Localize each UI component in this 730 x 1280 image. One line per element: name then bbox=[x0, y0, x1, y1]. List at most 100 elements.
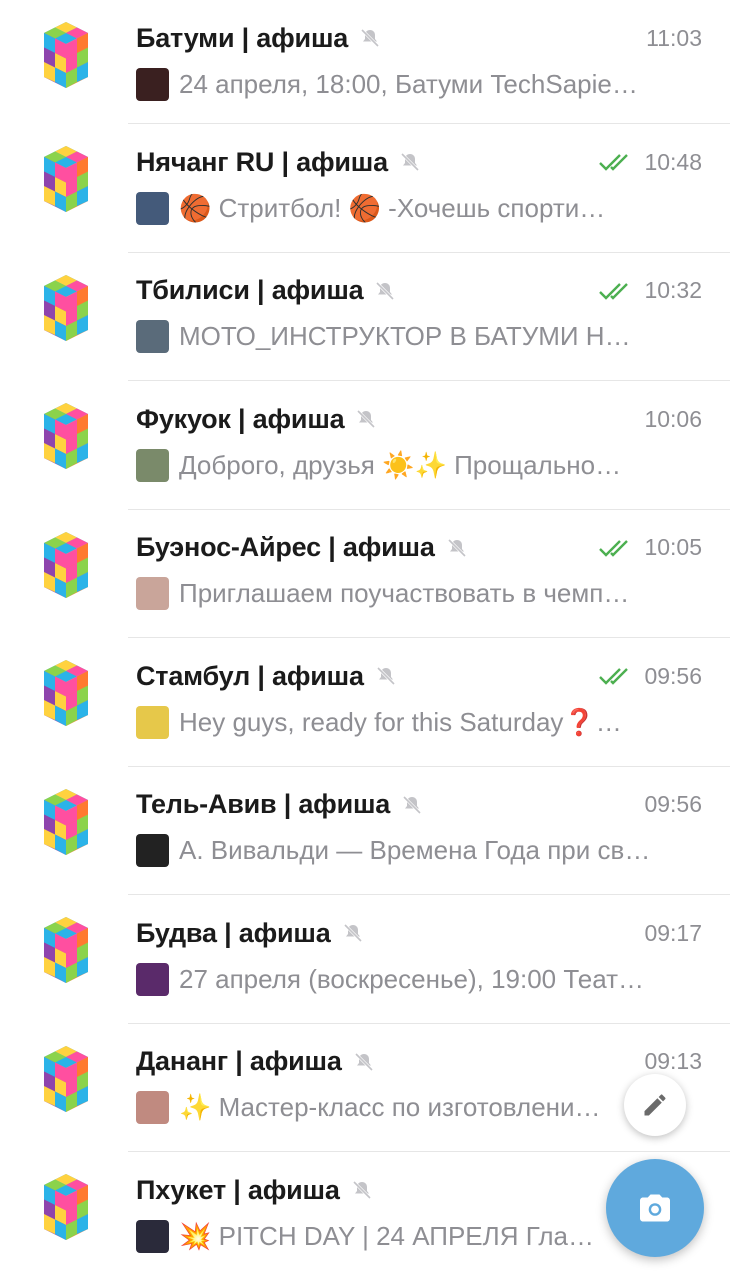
double-check-icon bbox=[599, 154, 629, 171]
chat-list: Батуми | афиша 11:03 24 апреля, 18:00, Ба… bbox=[0, 0, 730, 1280]
group-avatar-cube-icon bbox=[44, 788, 88, 855]
chat-list-item[interactable]: Буэнос-Айрес | афиша 10:05 Приглашаем поу… bbox=[0, 510, 730, 638]
chat-preview-line: 24 апреля, 18:00, Батуми TechSapie… bbox=[136, 64, 690, 104]
chat-time: 09:56 bbox=[644, 662, 702, 689]
muted-bell-icon bbox=[400, 152, 419, 172]
avatar bbox=[26, 783, 106, 863]
pencil-icon bbox=[644, 1094, 666, 1116]
muted-bell-icon bbox=[447, 538, 466, 557]
chat-preview-line: МОТО_ИНСТРУКТОР В БАТУМИ Н… bbox=[136, 317, 690, 357]
double-check-icon bbox=[599, 539, 629, 557]
chat-list-item[interactable]: Батуми | афиша 11:03 24 апреля, 18:00, Ба… bbox=[0, 0, 730, 124]
chat-list-item[interactable]: Нячанг RU | афиша 10:48 🏀 Стритбол! 🏀 ‑Хо… bbox=[0, 124, 730, 253]
chat-time: 10:05 bbox=[644, 534, 702, 560]
avatar bbox=[26, 269, 106, 349]
chat-time: 11:03 bbox=[646, 24, 702, 51]
muted-bell-icon bbox=[352, 1180, 371, 1200]
chat-list-item[interactable]: Будва | афиша 09:17 27 апреля (воскресень… bbox=[0, 895, 730, 1024]
chat-preview-line: Доброго, друзья ☀️✨ Прощально… bbox=[136, 445, 690, 485]
avatar bbox=[26, 16, 106, 96]
chat-preview-text: Hey guys, ready for this Saturday❓… bbox=[179, 706, 622, 737]
message-thumbnail bbox=[136, 1091, 169, 1124]
chat-title-line: Батуми | афиша 11:03 bbox=[136, 18, 702, 58]
chat-list-item[interactable]: Тель-Авив | афиша 09:56 А. Вивальди — Вре… bbox=[0, 767, 730, 895]
chat-title: Будва | афиша bbox=[136, 917, 331, 948]
chat-title-line: Стамбул | афиша 09:56 bbox=[136, 656, 702, 696]
chat-list-item[interactable]: Фукуок | афиша 10:06 Доброго, друзья ☀️✨ … bbox=[0, 381, 730, 510]
chat-title-line: Нячанг RU | афиша 10:48 bbox=[136, 142, 702, 182]
chat-list-item[interactable]: Тбилиси | афиша 10:32 МОТО_ИНСТРУКТОР В Б… bbox=[0, 253, 730, 381]
chat-title: Дананг | афиша bbox=[136, 1046, 342, 1076]
muted-bell-icon bbox=[361, 28, 380, 48]
chat-title-line: Будва | афиша 09:17 bbox=[136, 913, 702, 953]
chat-time: 10:48 bbox=[644, 148, 702, 175]
chat-preview-line: А. Вивальди — Времена Года при св… bbox=[136, 831, 690, 871]
chat-preview-line: 27 апреля (воскресенье), 19:00 Теат… bbox=[136, 959, 690, 999]
chat-preview-line: 💥 PITCH DAY | 24 АПРЕЛЯ Гла… bbox=[136, 1216, 690, 1256]
chat-time: 09:13 bbox=[644, 1048, 702, 1074]
chat-preview-text: Доброго, друзья ☀️✨ Прощально… bbox=[179, 449, 622, 480]
chat-title-line: Фукуок | афиша 10:06 bbox=[136, 399, 702, 439]
avatar bbox=[26, 397, 106, 477]
chat-title-line: Буэнос-Айрес | афиша 10:05 bbox=[136, 528, 702, 568]
message-thumbnail bbox=[136, 67, 169, 101]
chat-time: 09:17 bbox=[644, 919, 702, 946]
group-avatar-cube-icon bbox=[44, 917, 88, 983]
muted-bell-icon bbox=[403, 795, 422, 814]
avatar bbox=[26, 1168, 106, 1248]
avatar bbox=[26, 911, 106, 991]
chat-preview-line: Hey guys, ready for this Saturday❓… bbox=[136, 702, 690, 742]
message-thumbnail bbox=[136, 962, 169, 996]
chat-list-item[interactable]: Стамбул | афиша 09:56 Hey guys, ready for… bbox=[0, 638, 730, 767]
chat-preview-text: 24 апреля, 18:00, Батуми TechSapie… bbox=[179, 68, 638, 99]
chat-title: Фукуок | афиша bbox=[136, 403, 345, 434]
chat-preview-text: А. Вивальди — Времена Года при св… bbox=[179, 835, 651, 865]
chat-preview-line: 🏀 Стритбол! 🏀 ‑Хочешь спорти… bbox=[136, 188, 690, 228]
chat-title-line: Дананг | афиша 09:13 bbox=[136, 1042, 702, 1082]
muted-bell-icon bbox=[357, 409, 376, 429]
group-avatar-cube-icon bbox=[44, 531, 88, 598]
chat-time: 10:06 bbox=[644, 405, 702, 432]
chat-preview-text: 27 апреля (воскресенье), 19:00 Теат… bbox=[179, 963, 645, 994]
group-avatar-cube-icon bbox=[44, 1174, 88, 1240]
chat-preview-text: 💥 PITCH DAY | 24 АПРЕЛЯ Гла… bbox=[179, 1220, 594, 1251]
chat-title: Стамбул | афиша bbox=[136, 660, 364, 691]
message-thumbnail bbox=[136, 191, 169, 225]
group-avatar-cube-icon bbox=[44, 274, 88, 341]
chat-title: Буэнос-Айрес | афиша bbox=[136, 532, 435, 562]
message-thumbnail bbox=[136, 448, 169, 482]
camera-icon bbox=[640, 1194, 670, 1222]
muted-bell-icon bbox=[354, 1052, 373, 1071]
muted-bell-icon bbox=[376, 281, 395, 300]
group-avatar-cube-icon bbox=[44, 1045, 88, 1112]
chat-title-line: Тель-Авив | афиша 09:56 bbox=[136, 785, 702, 825]
avatar bbox=[26, 526, 106, 606]
avatar bbox=[26, 1040, 106, 1120]
group-avatar-cube-icon bbox=[44, 146, 88, 212]
chat-preview-text: МОТО_ИНСТРУКТОР В БАТУМИ Н… bbox=[179, 321, 631, 351]
chat-preview-text: 🏀 Стритбол! 🏀 ‑Хочешь спорти… bbox=[179, 192, 606, 223]
chat-preview-line: Приглашаем поучаствовать в чемп… bbox=[136, 574, 690, 614]
group-avatar-cube-icon bbox=[44, 22, 88, 88]
double-check-icon bbox=[599, 282, 629, 300]
group-avatar-cube-icon bbox=[44, 660, 88, 726]
group-avatar-cube-icon bbox=[44, 403, 88, 469]
camera-button[interactable] bbox=[606, 1159, 704, 1257]
double-check-icon bbox=[599, 668, 629, 685]
chat-title: Нячанг RU | афиша bbox=[136, 146, 388, 177]
chat-preview-line: ✨ Мастер-класс по изготовлени… bbox=[136, 1088, 690, 1128]
avatar bbox=[26, 654, 106, 734]
message-thumbnail bbox=[136, 834, 169, 867]
message-thumbnail bbox=[136, 577, 169, 610]
chat-list-item[interactable]: Дананг | афиша 09:13 ✨ Мастер-класс по из… bbox=[0, 1024, 730, 1152]
message-thumbnail bbox=[136, 705, 169, 739]
chat-title: Батуми | афиша bbox=[136, 22, 349, 53]
compose-button[interactable] bbox=[624, 1074, 686, 1136]
chat-preview-text: Приглашаем поучаствовать в чемп… bbox=[179, 578, 630, 608]
muted-bell-icon bbox=[376, 666, 395, 686]
chat-time: 09:56 bbox=[644, 791, 702, 817]
chat-title-line: Тбилиси | афиша 10:32 bbox=[136, 271, 702, 311]
chat-time: 10:32 bbox=[644, 277, 702, 303]
chat-title: Тель-Авив | афиша bbox=[136, 789, 391, 819]
muted-bell-icon bbox=[343, 923, 362, 943]
